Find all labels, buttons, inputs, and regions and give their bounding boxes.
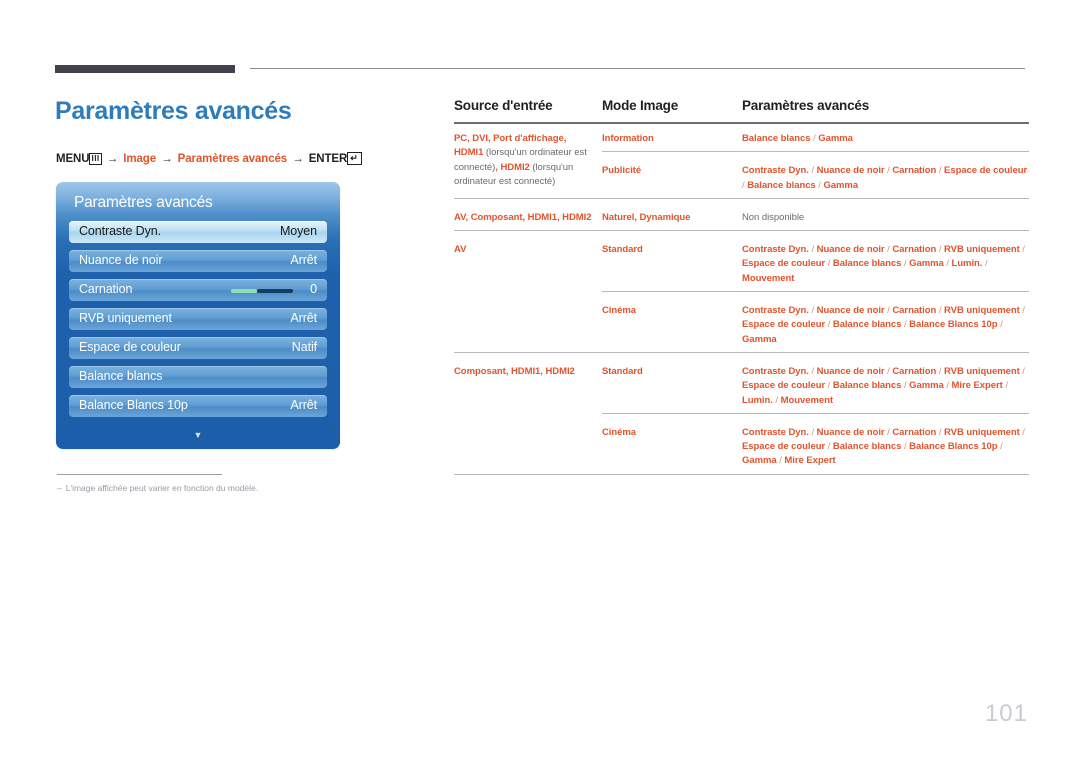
breadcrumb-item-advanced: Paramètres avancés <box>177 153 288 165</box>
table-cell-mode: Publicité <box>602 165 642 177</box>
table-subrow-divider <box>602 151 1029 153</box>
osd-item-value: Natif <box>291 340 317 354</box>
osd-item-label: RVB uniquement <box>79 311 172 325</box>
table-row-divider <box>454 473 1029 475</box>
table-cell-source: AV, Composant, HDMI1, HDMI2 <box>454 211 592 223</box>
footnote: ‒ L'image affichée peut varier en fonctio… <box>57 483 258 493</box>
breadcrumb-arrow-2: → <box>161 153 173 165</box>
osd-item-label: Balance Blancs 10p <box>79 398 188 412</box>
header-rule-thin <box>250 68 1025 69</box>
slider-filled-track <box>231 289 257 293</box>
table-cell-source: AV <box>454 244 467 256</box>
osd-item-label: Balance blancs <box>79 369 163 383</box>
table-row-divider <box>454 351 1029 353</box>
osd-item-label: Carnation <box>79 282 133 296</box>
table-row-divider <box>454 230 1029 232</box>
table-header-mode: Mode Image <box>602 98 679 113</box>
enter-icon: ↵ <box>347 152 362 165</box>
table-body: Information Balance blancs / Gamma Publici… <box>454 124 1029 483</box>
table-cell-settings: Contraste Dyn. / Nuance de noir / Carnat… <box>742 165 1028 191</box>
osd-menu-panel: Paramètres avancés Contraste Dyn. Moyen Nu… <box>56 182 340 449</box>
osd-item-slider[interactable] <box>231 289 293 293</box>
chevron-down-icon[interactable]: ▼ <box>56 431 340 440</box>
osd-item-rvb-uniquement[interactable]: RVB uniquement Arrêt <box>69 308 327 330</box>
osd-item-contraste-dyn[interactable]: Contraste Dyn. Moyen <box>69 221 327 243</box>
table-cell-source: PC, DVI, Port d'affichage, HDMI1 (lorsqu… <box>454 133 587 187</box>
osd-item-balance-blancs-10p[interactable]: Balance Blancs 10p Arrêt <box>69 395 327 417</box>
slider-remaining-track <box>257 289 293 293</box>
footnote-dash: ‒ <box>57 483 62 493</box>
table-header-settings: Paramètres avancés <box>742 98 869 113</box>
table-cell-mode: Standard <box>602 244 643 256</box>
osd-item-value: Moyen <box>279 224 317 238</box>
table-cell-mode: Cinéma <box>602 305 637 317</box>
osd-item-label: Contraste Dyn. <box>79 224 161 238</box>
table-cell-mode: Naturel, Dynamique <box>602 211 691 223</box>
osd-item-value: Arrêt <box>290 311 317 325</box>
osd-item-label: Nuance de noir <box>79 253 163 267</box>
table-cell-settings: Contraste Dyn. / Nuance de noir / Carnat… <box>742 365 1025 406</box>
osd-menu-list: Contraste Dyn. Moyen Nuance de noir Arrêt Ca… <box>69 221 327 424</box>
osd-item-espace-de-couleur[interactable]: Espace de couleur Natif <box>69 337 327 359</box>
menu-icon: III <box>89 153 102 165</box>
table-cell-settings: Balance blancs / Gamma <box>742 133 853 144</box>
breadcrumb-arrow-1: → <box>106 153 119 165</box>
osd-item-nuance-de-noir[interactable]: Nuance de noir Arrêt <box>69 250 327 272</box>
footnote-divider <box>57 474 222 475</box>
osd-item-value: Arrêt <box>290 398 317 412</box>
osd-item-value: 0 <box>310 282 317 296</box>
osd-item-label: Espace de couleur <box>79 340 181 354</box>
breadcrumb-enter-label: ENTER <box>308 153 348 165</box>
breadcrumb: MENU III → Image → Paramètres avancés → E… <box>56 152 362 165</box>
table-cell-mode: Standard <box>602 365 643 377</box>
osd-title: Paramètres avancés <box>74 194 213 211</box>
spec-table: Source d'entrée Mode Image Paramètres av… <box>454 98 1029 483</box>
osd-item-value: Arrêt <box>290 253 317 267</box>
table-row-divider <box>454 197 1029 199</box>
breadcrumb-arrow-3: → <box>292 153 304 165</box>
table-cell-settings: Non disponible <box>742 211 805 223</box>
table-cell-settings: Contraste Dyn. / Nuance de noir / Carnat… <box>742 244 1025 284</box>
table-cell-settings: Contraste Dyn. / Nuance de noir / Carnat… <box>742 426 1025 467</box>
table-cell-settings: Contraste Dyn. / Nuance de noir / Carnat… <box>742 305 1025 345</box>
header-rule-thick <box>55 65 235 73</box>
table-subrow-divider <box>602 291 1029 293</box>
table-subrow-divider <box>602 412 1029 414</box>
page-number: 101 <box>984 700 1028 727</box>
breadcrumb-menu-label: MENU <box>56 153 90 165</box>
table-cell-mode: Cinéma <box>602 426 637 438</box>
table-cell-mode: Information <box>602 133 654 144</box>
page-title: Paramètres avancés <box>55 97 292 125</box>
footnote-text: L'image affichée peut varier en fonction… <box>65 483 259 493</box>
osd-item-balance-blancs[interactable]: Balance blancs <box>69 366 327 388</box>
table-header-source: Source d'entrée <box>454 98 553 113</box>
osd-item-carnation[interactable]: Carnation 0 <box>69 279 327 301</box>
breadcrumb-item-image: Image <box>123 153 157 165</box>
table-cell-source: Composant, HDMI1, HDMI2 <box>454 365 575 377</box>
table-header-row: Source d'entrée Mode Image Paramètres av… <box>454 98 1029 122</box>
